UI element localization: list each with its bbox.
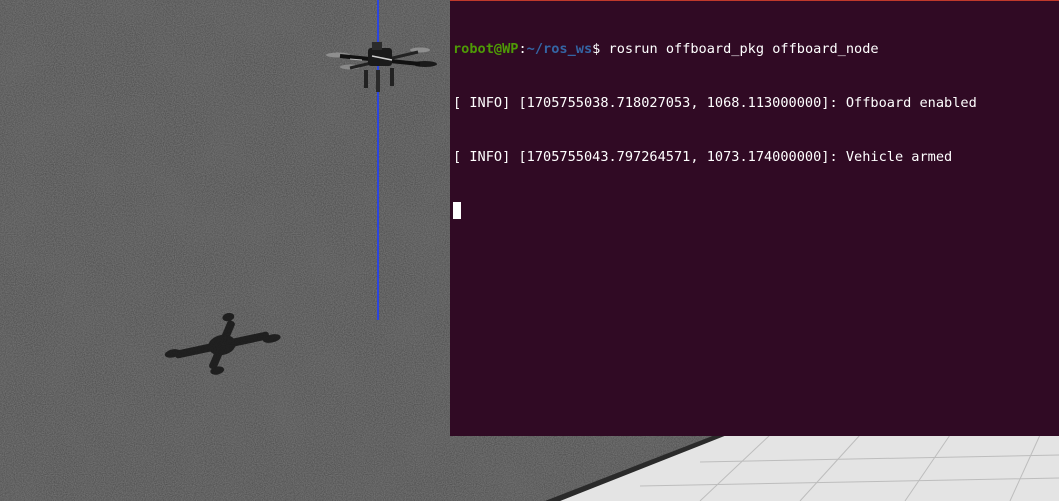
terminal-command: rosrun offboard_pkg offboard_node: [608, 41, 879, 57]
prompt-separator: :: [518, 41, 527, 57]
terminal-input-line[interactable]: [453, 202, 1059, 220]
terminal-output-line: [ INFO] [1705755038.718027053, 1068.1130…: [453, 95, 977, 111]
terminal-command-line: robot@WP:~/ros_ws$ rosrun offboard_pkg o…: [453, 40, 1059, 58]
prompt-user: robot@WP: [453, 41, 519, 57]
prompt-path: ~/ros_ws: [526, 41, 593, 57]
terminal-output-line: [ INFO] [1705755043.797264571, 1073.1740…: [453, 149, 953, 165]
text-cursor: [453, 202, 461, 219]
terminal-window[interactable]: robot@WP:~/ros_ws$ rosrun offboard_pkg o…: [450, 0, 1059, 436]
prompt-symbol: $: [592, 41, 609, 57]
